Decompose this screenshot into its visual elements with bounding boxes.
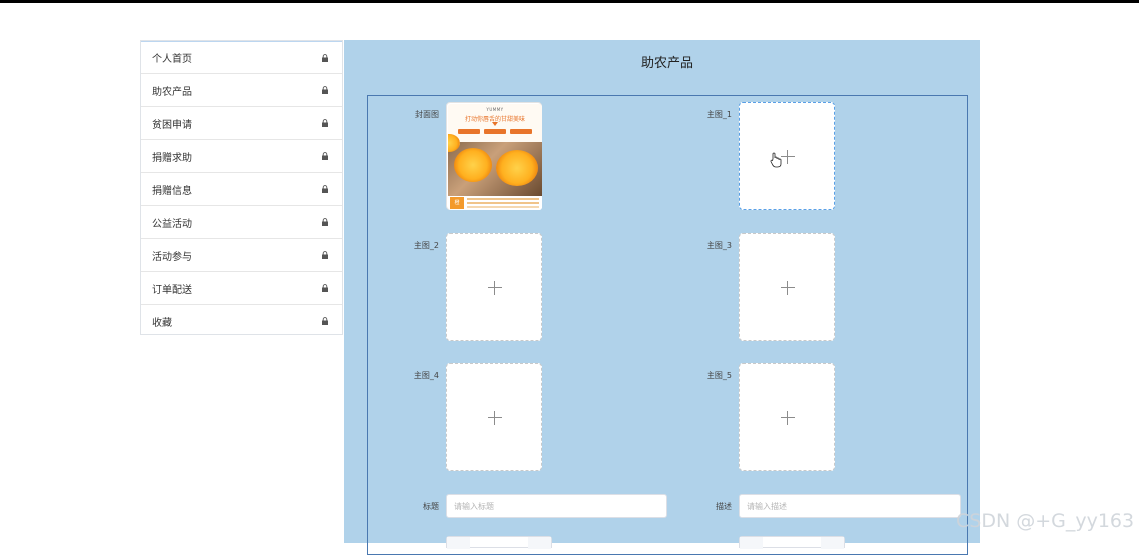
- quantity-stepper[interactable]: [446, 536, 552, 549]
- stepper-decrement-button[interactable]: [447, 537, 470, 549]
- lock-icon: [322, 284, 328, 292]
- cover-image-preview: YUMMY 打动你唇舌的甘甜美味 橙: [448, 104, 542, 210]
- title-label: 标题: [423, 502, 439, 511]
- sidebar-item-charity-events[interactable]: 公益活动: [141, 206, 342, 239]
- price-stepper[interactable]: [739, 536, 845, 549]
- plus-icon: [488, 411, 502, 425]
- description-label: 描述: [716, 502, 732, 511]
- plus-icon: [781, 281, 795, 295]
- main-image-2-upload[interactable]: [446, 233, 542, 341]
- sidebar-item-favorites[interactable]: 收藏: [141, 305, 342, 338]
- lock-icon: [322, 218, 328, 226]
- cover-image-upload[interactable]: YUMMY 打动你唇舌的甘甜美味 橙: [446, 102, 542, 210]
- stepper-decrement-button[interactable]: [740, 537, 763, 549]
- lock-icon: [322, 54, 328, 62]
- sidebar-item-label: 个人首页: [152, 54, 192, 65]
- main-image-3-upload[interactable]: [739, 233, 835, 341]
- poster-badge-text: 橙: [454, 200, 460, 206]
- main-image-1-upload[interactable]: [739, 102, 835, 210]
- poster-badge: 橙: [450, 197, 464, 209]
- stepper-increment-button[interactable]: [528, 537, 551, 549]
- main-panel: 助农产品 封面图 YUMMY 打动你唇舌的甘甜美味 橙 主图_1 主图_2 主图…: [344, 40, 980, 555]
- sidebar-item-label: 订单配送: [152, 284, 192, 296]
- sidebar-item-label: 贫困申请: [152, 119, 192, 131]
- main-image-1-label: 主图_1: [706, 110, 732, 119]
- poster-tag: [484, 129, 506, 134]
- plus-icon: [781, 411, 795, 425]
- lock-icon: [322, 119, 328, 127]
- product-form: 封面图 YUMMY 打动你唇舌的甘甜美味 橙 主图_1 主图_2 主图_3 主图…: [367, 95, 968, 555]
- sidebar-item-donation-request[interactable]: 捐赠求助: [141, 140, 342, 173]
- poster-tag: [510, 129, 532, 134]
- poster-tag: [458, 129, 480, 134]
- sidebar-item-event-participation[interactable]: 活动参与: [141, 239, 342, 272]
- main-image-4-label: 主图_4: [413, 371, 439, 380]
- poster-caption: [467, 198, 539, 200]
- stepper-increment-button[interactable]: [821, 537, 844, 549]
- sidebar-item-donation-info[interactable]: 捐赠信息: [141, 173, 342, 206]
- main-image-5-label: 主图_5: [706, 371, 732, 380]
- description-input[interactable]: [739, 494, 961, 518]
- sidebar-item-poverty-application[interactable]: 贫困申请: [141, 107, 342, 140]
- sidebar-item-label: 捐赠求助: [152, 152, 192, 164]
- sidebar-item-label: 活动参与: [152, 251, 192, 263]
- cover-image-label: 封面图: [415, 110, 439, 119]
- main-image-2-label: 主图_2: [413, 241, 439, 250]
- orange-slice: [454, 148, 492, 182]
- plus-icon: [488, 281, 502, 295]
- page-title: 助农产品: [640, 56, 693, 71]
- sidebar-item-label: 收藏: [152, 318, 172, 329]
- sidebar-item-label: 捐赠信息: [152, 185, 192, 197]
- orange-slice: [496, 150, 538, 186]
- poster-tags: [458, 129, 532, 134]
- main-image-4-upload[interactable]: [446, 363, 542, 471]
- sidebar-item-label: 助农产品: [152, 86, 192, 98]
- lock-icon: [322, 317, 328, 325]
- main-image-5-upload[interactable]: [739, 363, 835, 471]
- window-top-border: [0, 0, 1139, 3]
- watermark: CSDN @+G_yy163: [956, 510, 1135, 532]
- poster-brand: YUMMY: [486, 107, 504, 112]
- sidebar-item-order-delivery[interactable]: 订单配送: [141, 272, 342, 305]
- plus-icon: [781, 150, 795, 164]
- lock-icon: [322, 251, 328, 259]
- sidebar-item-label: 公益活动: [152, 218, 192, 230]
- sidebar-item-products[interactable]: 助农产品: [141, 74, 342, 107]
- lock-icon: [322, 152, 328, 160]
- poster-arrow: [492, 122, 498, 126]
- lock-icon: [322, 86, 328, 94]
- orange-photo: [448, 134, 542, 196]
- title-input[interactable]: [446, 494, 667, 518]
- sidebar-menu: 个人首页 助农产品 贫困申请 捐赠求助 捐赠信息 公益活动 活动参与 订单配送 …: [140, 40, 343, 335]
- sidebar-item-home[interactable]: 个人首页: [141, 41, 342, 74]
- hand-cursor-icon: [770, 152, 782, 168]
- main-image-3-label: 主图_3: [706, 241, 732, 250]
- lock-icon: [322, 185, 328, 193]
